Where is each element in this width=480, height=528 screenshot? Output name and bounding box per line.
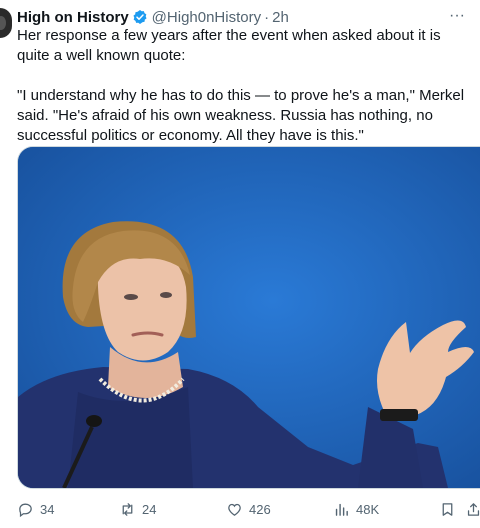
- tweet-photo[interactable]: [17, 146, 480, 489]
- reply-button[interactable]: 34: [17, 498, 54, 520]
- reply-icon: [19, 503, 32, 517]
- like-icon: [228, 503, 241, 516]
- like-count: 426: [249, 501, 271, 517]
- views-button[interactable]: 48K: [333, 498, 379, 520]
- tweet-header: High on History @High0nHistory · 2h ···: [17, 7, 468, 27]
- verified-badge-icon: [133, 10, 147, 24]
- bookmark-button[interactable]: [439, 498, 456, 520]
- bookmark-icon: [442, 502, 453, 516]
- avatar[interactable]: [0, 8, 12, 38]
- timestamp[interactable]: 2h: [272, 9, 289, 26]
- retweet-icon: [122, 502, 133, 516]
- like-button[interactable]: 426: [226, 498, 271, 520]
- author-handle[interactable]: @High0nHistory: [152, 9, 261, 26]
- photo-illustration: [18, 147, 480, 488]
- reply-count: 34: [40, 501, 55, 517]
- retweet-button[interactable]: 24: [119, 498, 156, 520]
- tweet-actions: 34 24 426 48K: [17, 498, 480, 520]
- share-button[interactable]: [465, 498, 480, 520]
- tweet-text-paragraph: Her response a few years after the event…: [17, 27, 441, 64]
- tweet-text-paragraph: "I understand why he has to do this — to…: [17, 87, 465, 144]
- tweet-text: Her response a few years after the event…: [17, 26, 477, 146]
- separator-dot: ·: [264, 8, 270, 26]
- author-name[interactable]: High on History: [17, 9, 129, 26]
- share-icon: [467, 502, 480, 516]
- more-icon[interactable]: ···: [446, 5, 468, 27]
- views-icon: [335, 503, 348, 516]
- retweet-count: 24: [142, 501, 157, 517]
- views-count: 48K: [356, 501, 380, 517]
